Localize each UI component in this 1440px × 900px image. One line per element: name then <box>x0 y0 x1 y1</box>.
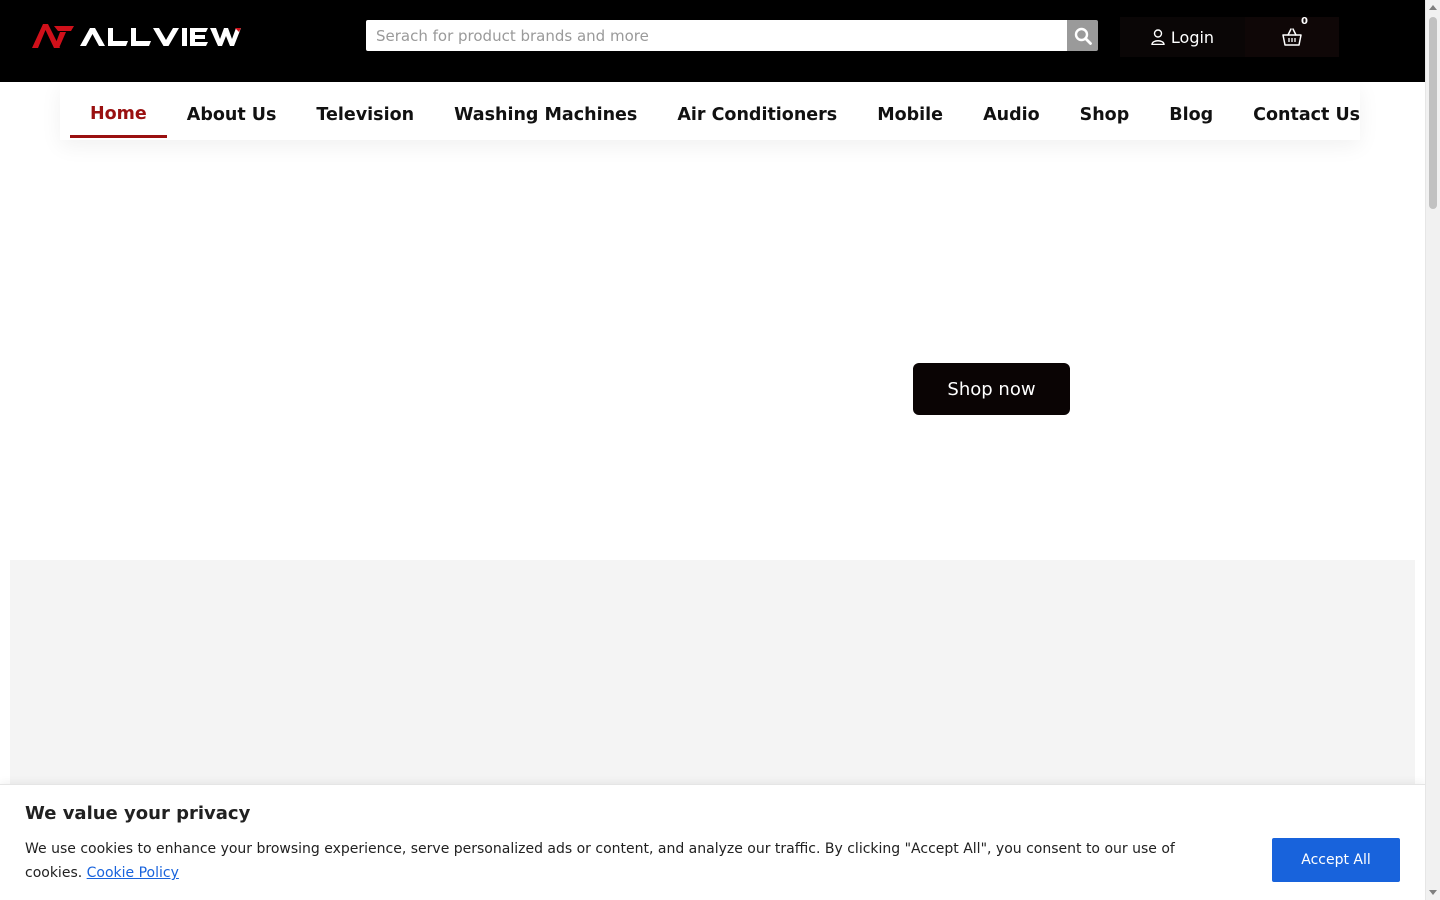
nav-item-audio[interactable]: Audio <box>963 92 1060 138</box>
cart-count-badge: 0 <box>1301 16 1308 27</box>
top-header: Login 0 <box>0 0 1425 82</box>
login-label: Login <box>1170 27 1215 47</box>
nav-item-washing-machines[interactable]: Washing Machines <box>434 92 657 138</box>
basket-icon <box>1282 28 1302 46</box>
cookie-text: We use cookies to enhance your browsing … <box>25 841 1175 881</box>
search-input[interactable] <box>366 20 1067 51</box>
cart-button[interactable]: 0 <box>1245 16 1339 57</box>
nav-item-television[interactable]: Television <box>296 92 434 138</box>
user-icon <box>1151 29 1165 45</box>
nav-item-contact-us[interactable]: Contact Us <box>1233 92 1380 138</box>
scroll-down-arrow-icon[interactable] <box>1429 890 1437 895</box>
search-icon <box>1074 27 1092 45</box>
accept-all-button[interactable]: Accept All <box>1272 838 1400 882</box>
nav-item-blog[interactable]: Blog <box>1149 92 1233 138</box>
main-nav: Home About Us Television Washing Machine… <box>70 92 1380 138</box>
nav-item-shop[interactable]: Shop <box>1060 92 1150 138</box>
nav-item-mobile[interactable]: Mobile <box>857 92 963 138</box>
scrollbar-thumb[interactable] <box>1429 17 1437 209</box>
search-button[interactable] <box>1067 20 1098 51</box>
shop-now-button[interactable]: Shop now <box>913 363 1070 415</box>
scroll-up-arrow-icon[interactable] <box>1429 5 1437 10</box>
nav-item-about-us[interactable]: About Us <box>167 92 297 138</box>
allview-logo[interactable] <box>30 18 242 52</box>
cookie-title: We value your privacy <box>25 803 251 824</box>
vertical-scrollbar[interactable] <box>1425 0 1440 900</box>
cookie-policy-link[interactable]: Cookie Policy <box>87 865 179 881</box>
nav-item-air-conditioners[interactable]: Air Conditioners <box>657 92 857 138</box>
login-button[interactable]: Login <box>1120 17 1245 57</box>
page: Login 0 Home About Us Television Washing… <box>0 0 1440 900</box>
cookie-banner: We value your privacy We use cookies to … <box>0 784 1425 900</box>
nav-item-home[interactable]: Home <box>70 92 167 138</box>
cookie-description: We use cookies to enhance your browsing … <box>25 837 1195 885</box>
search-bar <box>366 20 1098 51</box>
